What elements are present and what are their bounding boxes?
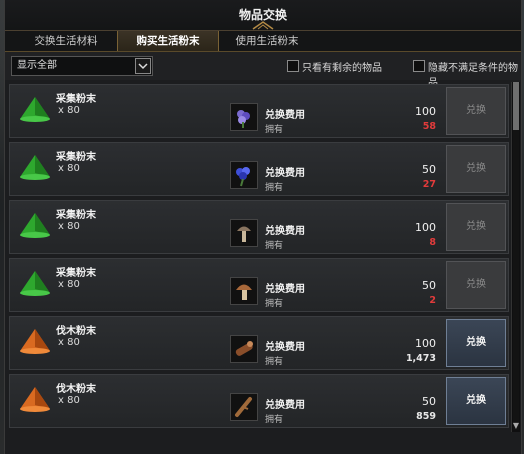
list-item: 采集粉末 x 80 兑换费用 拥有 50 27 兑换	[9, 142, 509, 196]
item-name: 采集粉末	[56, 210, 96, 221]
list-item: 伐木粉末 x 80 兑换费用 拥有 50 859 兑换	[9, 374, 509, 428]
cost-value: 100	[415, 337, 436, 350]
owned-value: 2	[429, 295, 436, 306]
list-scrollbar[interactable]: ▼	[511, 82, 520, 432]
cost-value: 50	[422, 163, 436, 176]
cost-label: 兑换费用	[265, 400, 305, 411]
item-quantity: x 80	[58, 221, 80, 232]
item-quantity: x 80	[58, 163, 80, 174]
mushroom-icon	[230, 219, 258, 247]
list-item: 采集粉末 x 80 兑换费用 拥有 100 8 兑换	[9, 200, 509, 254]
cost-label: 兑换费用	[265, 342, 305, 353]
hide-unqualified-checkbox[interactable]	[413, 60, 425, 72]
purple-flower-icon	[230, 103, 258, 131]
owned-value: 8	[429, 237, 436, 248]
cost-label: 兑换费用	[265, 226, 305, 237]
cost-label: 兑换费用	[265, 110, 305, 121]
item-name: 伐木粉末	[56, 326, 96, 337]
owned-label: 拥有	[265, 241, 284, 251]
wood-branch-icon	[230, 393, 258, 421]
item-quantity: x 80	[58, 105, 80, 116]
cost-value: 100	[415, 221, 436, 234]
exchange-button[interactable]: 兑换	[446, 319, 506, 367]
exchange-button[interactable]: 兑换	[446, 145, 506, 193]
list-item: 采集粉末 x 80 兑换费用 拥有 50 2 兑换	[9, 258, 509, 312]
green-powder-icon	[20, 271, 50, 296]
item-quantity: x 80	[58, 395, 80, 406]
filter-dropdown[interactable]: 显示全部	[11, 56, 153, 76]
owned-label: 拥有	[265, 299, 284, 309]
cost-value: 50	[422, 395, 436, 408]
exchange-window: 物品交换 交换生活材料 购买生活粉末 使用生活粉末 显示全部 只看有剩余的物品 …	[4, 0, 522, 454]
filter-dropdown-value: 显示全部	[17, 60, 57, 71]
only-remaining-checkbox[interactable]	[287, 60, 299, 72]
item-name: 采集粉末	[56, 268, 96, 279]
list-item: 采集粉末 x 80 兑换费用 拥有 100 58 兑换	[9, 84, 509, 138]
owned-value: 1,473	[405, 353, 436, 364]
title-ornament-icon	[252, 21, 274, 30]
tab-bar: 交换生活材料 购买生活粉末 使用生活粉末	[5, 31, 521, 52]
title-bar[interactable]: 物品交换	[5, 0, 521, 31]
brown-mushroom-icon	[230, 277, 258, 305]
orange-powder-icon	[20, 387, 50, 412]
cost-label: 兑换费用	[265, 284, 305, 295]
only-remaining-label: 只看有剩余的物品	[302, 63, 382, 74]
item-quantity: x 80	[58, 337, 80, 348]
exchange-button[interactable]: 兑换	[446, 377, 506, 425]
tab-exchange-materials[interactable]: 交换生活材料	[15, 31, 117, 51]
item-name: 采集粉末	[56, 94, 96, 105]
exchange-button[interactable]: 兑换	[446, 203, 506, 251]
wood-log-icon	[230, 335, 258, 363]
item-quantity: x 80	[58, 279, 80, 290]
cost-label: 兑换费用	[265, 168, 305, 179]
item-name: 伐木粉末	[56, 384, 96, 395]
scroll-thumb[interactable]	[513, 82, 519, 130]
owned-label: 拥有	[265, 125, 284, 135]
owned-value: 859	[416, 411, 436, 422]
item-name: 采集粉末	[56, 152, 96, 163]
blue-flower-icon	[230, 161, 258, 189]
exchange-button[interactable]: 兑换	[446, 261, 506, 309]
owned-value: 58	[422, 121, 436, 132]
item-list: 采集粉末 x 80 兑换费用 拥有 100 58 兑换 采集粉末 x 80 兑换…	[9, 82, 509, 454]
tab-buy-powder[interactable]: 购买生活粉末	[117, 31, 219, 51]
filter-bar: 显示全部 只看有剩余的物品 隐藏不满足条件的物品	[5, 52, 521, 89]
orange-powder-icon	[20, 329, 50, 354]
chevron-down-icon[interactable]	[135, 58, 151, 74]
tab-use-powder[interactable]: 使用生活粉末	[217, 31, 317, 51]
cost-value: 100	[415, 105, 436, 118]
green-powder-icon	[20, 155, 50, 180]
owned-label: 拥有	[265, 183, 284, 193]
exchange-button[interactable]: 兑换	[446, 87, 506, 135]
cost-value: 50	[422, 279, 436, 292]
owned-label: 拥有	[265, 357, 284, 367]
green-powder-icon	[20, 213, 50, 238]
green-powder-icon	[20, 97, 50, 122]
scroll-down-icon[interactable]: ▼	[512, 421, 520, 431]
owned-label: 拥有	[265, 415, 284, 425]
scroll-track[interactable]	[513, 84, 519, 430]
list-item: 伐木粉末 x 80 兑换费用 拥有 100 1,473 兑换	[9, 316, 509, 370]
owned-value: 27	[422, 179, 436, 190]
